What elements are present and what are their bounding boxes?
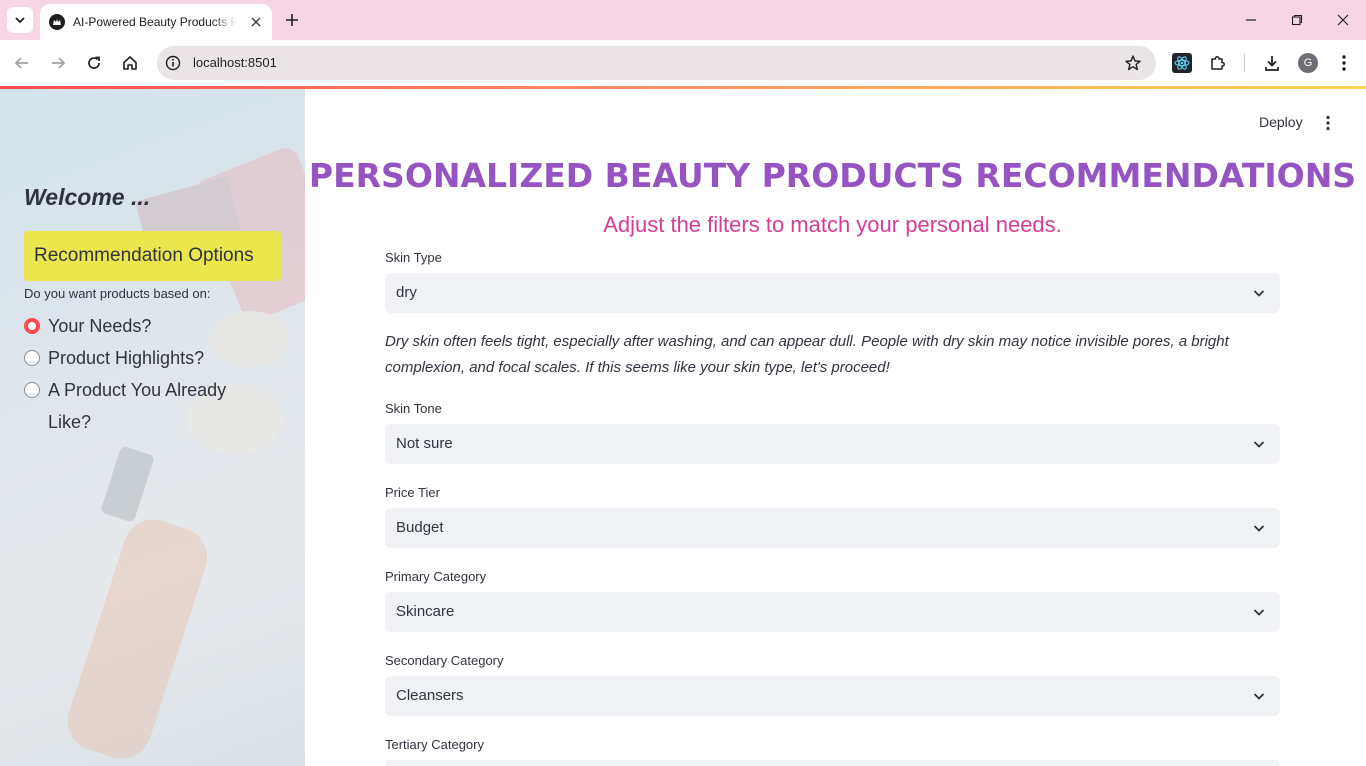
radio-button[interactable]	[24, 382, 40, 398]
primary-category-label: Primary Category	[385, 569, 487, 584]
reload-icon	[88, 56, 100, 69]
radio-option-product-highlights[interactable]: Product Highlights?	[24, 342, 248, 374]
radio-option-liked-product[interactable]: A Product You Already Like?	[24, 374, 238, 438]
sidebar: Welcome ... Recommendation Options Do yo…	[0, 89, 305, 766]
home-button[interactable]	[118, 51, 142, 75]
price-tier-label: Price Tier	[385, 485, 440, 500]
skin-tone-value: Not sure	[396, 435, 453, 452]
chevron-down-icon	[1253, 693, 1265, 700]
primary-category-value: Skincare	[396, 603, 455, 620]
back-button[interactable]	[10, 51, 34, 75]
bookmark-star-icon[interactable]	[1124, 54, 1142, 72]
chevron-down-icon	[15, 17, 25, 24]
radio-option-your-needs[interactable]: Your Needs?	[24, 310, 248, 342]
price-tier-select[interactable]: Budget	[385, 508, 1280, 548]
address-bar[interactable]: localhost:8501	[157, 46, 1156, 80]
radio-option-label: A Product You Already Like?	[48, 380, 227, 432]
more-vertical-icon	[1326, 115, 1330, 131]
reload-button[interactable]	[82, 51, 106, 75]
tab-title: AI-Powered Beauty Products Re	[73, 15, 237, 29]
tertiary-category-select[interactable]	[385, 760, 1280, 766]
skin-type-label: Skin Type	[385, 250, 442, 265]
react-devtools-extension-icon[interactable]	[1171, 52, 1193, 74]
minimize-icon	[1246, 19, 1256, 21]
radio-button[interactable]	[24, 350, 40, 366]
radio-option-label: Product Highlights?	[48, 348, 205, 368]
skin-type-value: dry	[396, 284, 417, 301]
browser-tabstrip: AI-Powered Beauty Products Re	[0, 0, 1366, 40]
chevron-down-icon	[1253, 609, 1265, 616]
close-tab-icon[interactable]	[248, 14, 264, 30]
app-menu-button[interactable]	[1319, 113, 1337, 133]
streamlit-favicon-icon	[49, 14, 65, 30]
extensions-puzzle-icon[interactable]	[1207, 52, 1229, 74]
restore-button[interactable]	[1287, 10, 1307, 30]
tab-search-button[interactable]	[7, 7, 33, 33]
forward-button[interactable]	[46, 51, 70, 75]
toolbar-separator	[1244, 54, 1245, 72]
welcome-heading: Welcome ...	[24, 184, 151, 210]
home-icon	[123, 56, 137, 70]
secondary-category-label: Secondary Category	[385, 653, 504, 668]
site-info-icon[interactable]	[165, 55, 181, 71]
page-title: PERSONALIZED BEAUTY PRODUCTS RECOMMENDAT…	[308, 156, 1357, 195]
chevron-down-icon	[1253, 290, 1265, 297]
skin-type-select[interactable]: dry	[385, 273, 1280, 313]
page-subtitle: Adjust the filters to match your persona…	[603, 212, 1062, 237]
chevron-down-icon	[1253, 441, 1265, 448]
recommendation-options-header: Recommendation Options	[24, 231, 281, 281]
skin-tone-label: Skin Tone	[385, 401, 442, 416]
browser-toolbar: localhost:8501 G	[0, 40, 1366, 86]
browser-tab[interactable]: AI-Powered Beauty Products Re	[40, 4, 272, 40]
arrow-left-icon	[14, 57, 28, 69]
price-tier-value: Budget	[396, 519, 444, 536]
skin-type-description: Dry skin often feels tight, especially a…	[385, 333, 1229, 376]
radio-option-label: Your Needs?	[48, 316, 152, 336]
profile-avatar[interactable]: G	[1298, 53, 1318, 73]
tertiary-category-label: Tertiary Category	[385, 737, 484, 752]
chevron-down-icon	[1253, 525, 1265, 532]
browser-menu-icon[interactable]	[1333, 52, 1355, 74]
restore-icon	[1291, 14, 1303, 26]
radio-group-label: Do you want products based on:	[24, 286, 211, 301]
primary-category-select[interactable]: Skincare	[385, 592, 1280, 632]
new-tab-button[interactable]	[282, 10, 302, 30]
close-window-button[interactable]	[1333, 10, 1353, 30]
close-icon	[1337, 14, 1349, 26]
skin-tone-select[interactable]: Not sure	[385, 424, 1280, 464]
deploy-button[interactable]: Deploy	[1259, 114, 1303, 130]
secondary-category-select[interactable]: Cleansers	[385, 676, 1280, 716]
radio-button-selected[interactable]	[24, 318, 40, 334]
arrow-right-icon	[52, 57, 66, 69]
downloads-icon[interactable]	[1261, 52, 1283, 74]
plus-icon	[286, 14, 298, 26]
url-text[interactable]: localhost:8501	[193, 55, 277, 70]
secondary-category-value: Cleansers	[396, 687, 464, 704]
minimize-button[interactable]	[1241, 10, 1261, 30]
